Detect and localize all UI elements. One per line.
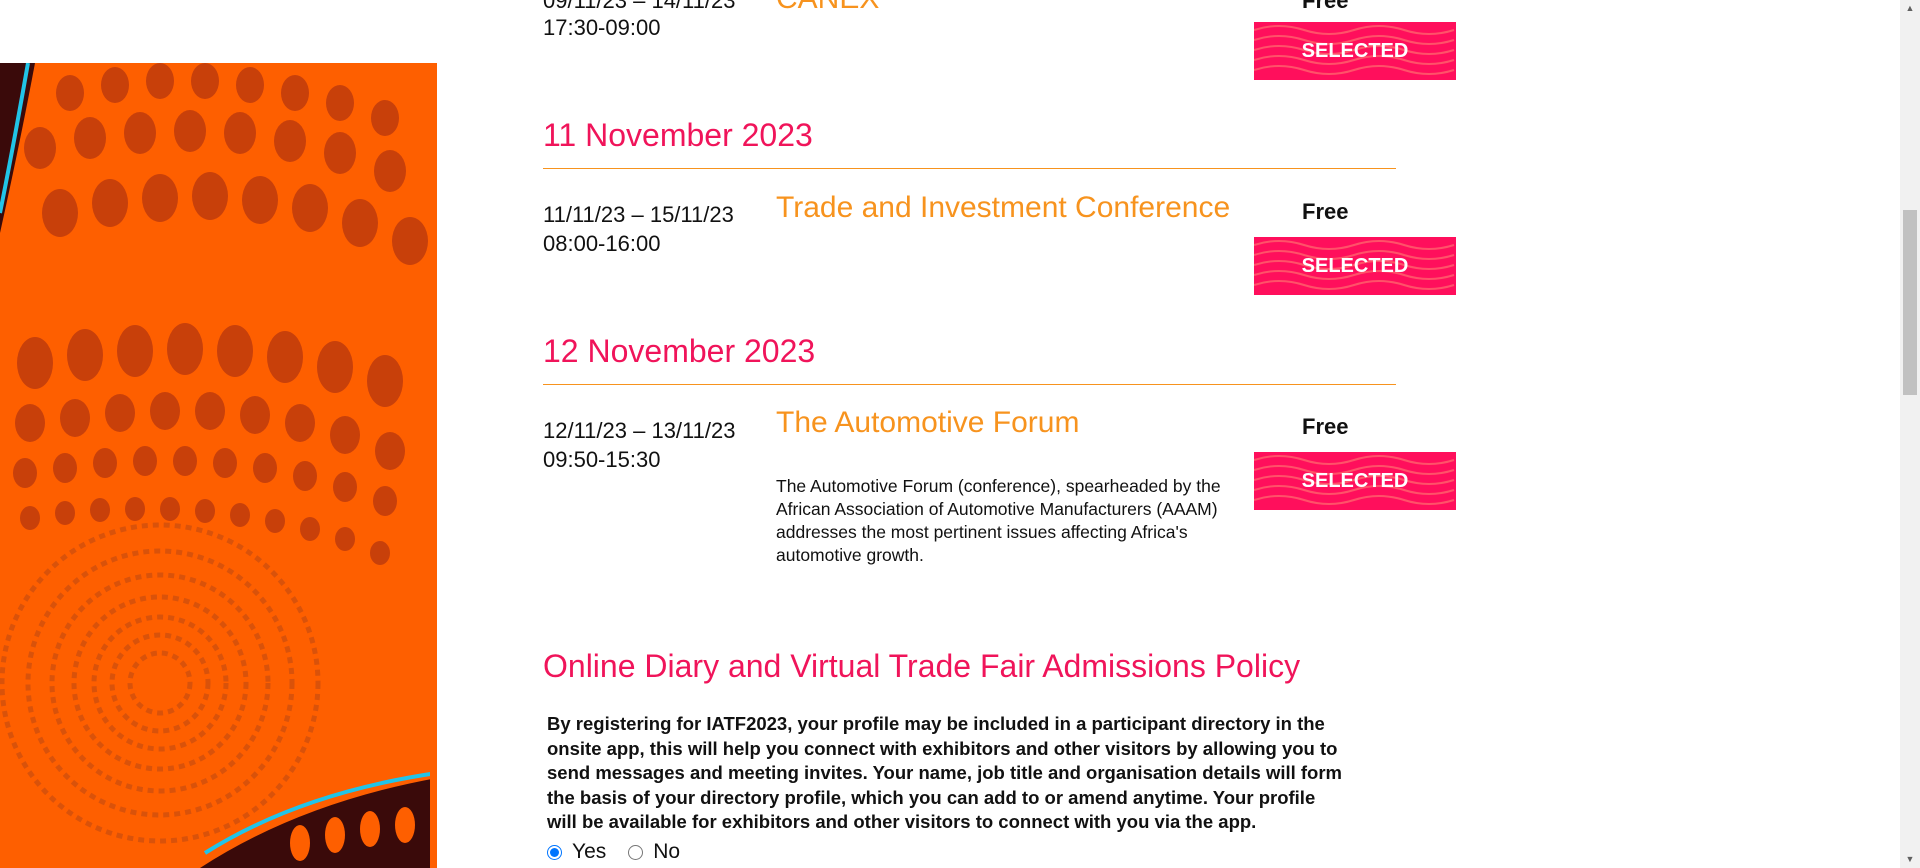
- selected-button[interactable]: SELECTED: [1254, 22, 1456, 80]
- selected-button[interactable]: SELECTED: [1254, 237, 1456, 295]
- event-time: 17:30-09:00: [543, 15, 661, 40]
- event-time: 09:50-15:30: [543, 447, 661, 472]
- scrollbar-thumb[interactable]: [1903, 210, 1917, 395]
- selected-button-label: SELECTED: [1301, 469, 1409, 492]
- policy-heading: Online Diary and Virtual Trade Fair Admi…: [543, 648, 1301, 684]
- event-price: Free: [1302, 0, 1349, 13]
- divider: [543, 384, 1396, 385]
- event-time: 08:00-16:00: [543, 231, 661, 256]
- event-title[interactable]: CANEX: [776, 0, 879, 16]
- scrollbar[interactable]: ▲ ▼: [1900, 0, 1920, 868]
- divider: [543, 168, 1396, 169]
- event-date-range: 11/11/23 – 15/11/23: [543, 202, 734, 227]
- selected-button-label: SELECTED: [1301, 254, 1409, 277]
- option-yes[interactable]: Yes: [547, 840, 606, 864]
- policy-text: By registering for IATF2023, your profil…: [547, 713, 1343, 832]
- event-title[interactable]: The Automotive Forum: [776, 406, 1079, 440]
- day-heading: 11 November 2023: [543, 117, 813, 153]
- option-no[interactable]: No: [628, 840, 680, 864]
- radio-no[interactable]: [628, 844, 644, 860]
- policy-consent-options: Yes No: [547, 840, 702, 864]
- event-title[interactable]: Trade and Investment Conference: [776, 191, 1230, 225]
- event-date-range: 12/11/23 – 13/11/23: [543, 418, 736, 443]
- selected-button-label: SELECTED: [1301, 39, 1409, 62]
- event-price: Free: [1302, 414, 1349, 439]
- option-yes-label: Yes: [572, 840, 607, 863]
- event-list: 09/11/23 – 14/11/23 17:30-09:00 CANEX Fr…: [0, 0, 1900, 868]
- day-heading: 12 November 2023: [543, 333, 816, 369]
- radio-yes[interactable]: [547, 844, 562, 860]
- event-price: Free: [1302, 199, 1349, 224]
- option-no-label: No: [653, 840, 681, 863]
- scroll-up-arrow-icon[interactable]: ▲: [1900, 0, 1920, 17]
- event-description: The Automotive Forum (conference), spear…: [776, 476, 1221, 565]
- scroll-down-arrow-icon[interactable]: ▼: [1900, 851, 1920, 868]
- selected-button[interactable]: SELECTED: [1254, 452, 1456, 510]
